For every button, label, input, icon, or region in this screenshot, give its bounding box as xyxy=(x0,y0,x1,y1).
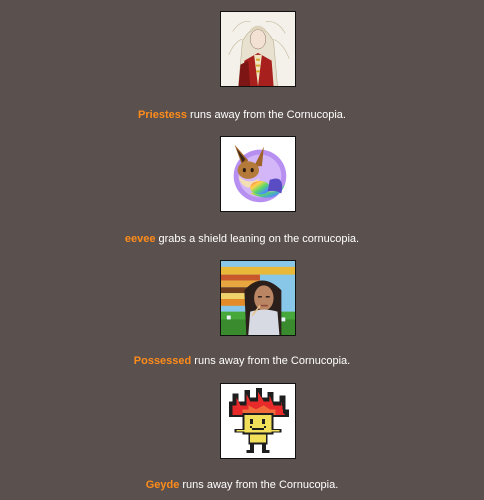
event-message: Possessed runs away from the Cornucopia. xyxy=(0,354,484,368)
possessed-portrait-icon xyxy=(221,261,295,335)
priestess-portrait-icon xyxy=(221,12,295,86)
event-action: runs away from the Cornucopia. xyxy=(191,355,351,367)
tribute-name[interactable]: Priestess xyxy=(138,109,187,121)
geyde-avatar xyxy=(220,383,296,459)
event-message: eevee grabs a shield leaning on the corn… xyxy=(0,232,484,246)
event-message: Priestess runs away from the Cornucopia. xyxy=(0,108,484,122)
event-action: runs away from the Cornucopia. xyxy=(186,109,346,121)
tribute-name[interactable]: eevee xyxy=(125,233,156,245)
priestess-avatar xyxy=(220,11,296,87)
eevee-avatar xyxy=(220,136,296,212)
tribute-name[interactable]: Possessed xyxy=(134,355,191,367)
geyde-portrait-icon xyxy=(221,384,295,458)
eevee-portrait-icon xyxy=(221,137,295,211)
possessed-avatar xyxy=(220,260,296,336)
tribute-name[interactable]: Geyde xyxy=(146,479,180,491)
event-action: grabs a shield leaning on the cornucopia… xyxy=(155,233,360,245)
event-action: runs away from the Cornucopia. xyxy=(179,479,339,491)
event-message: Geyde runs away from the Cornucopia. xyxy=(0,478,484,492)
event-feed: Priestess runs away from the Cornucopia. xyxy=(0,0,484,500)
